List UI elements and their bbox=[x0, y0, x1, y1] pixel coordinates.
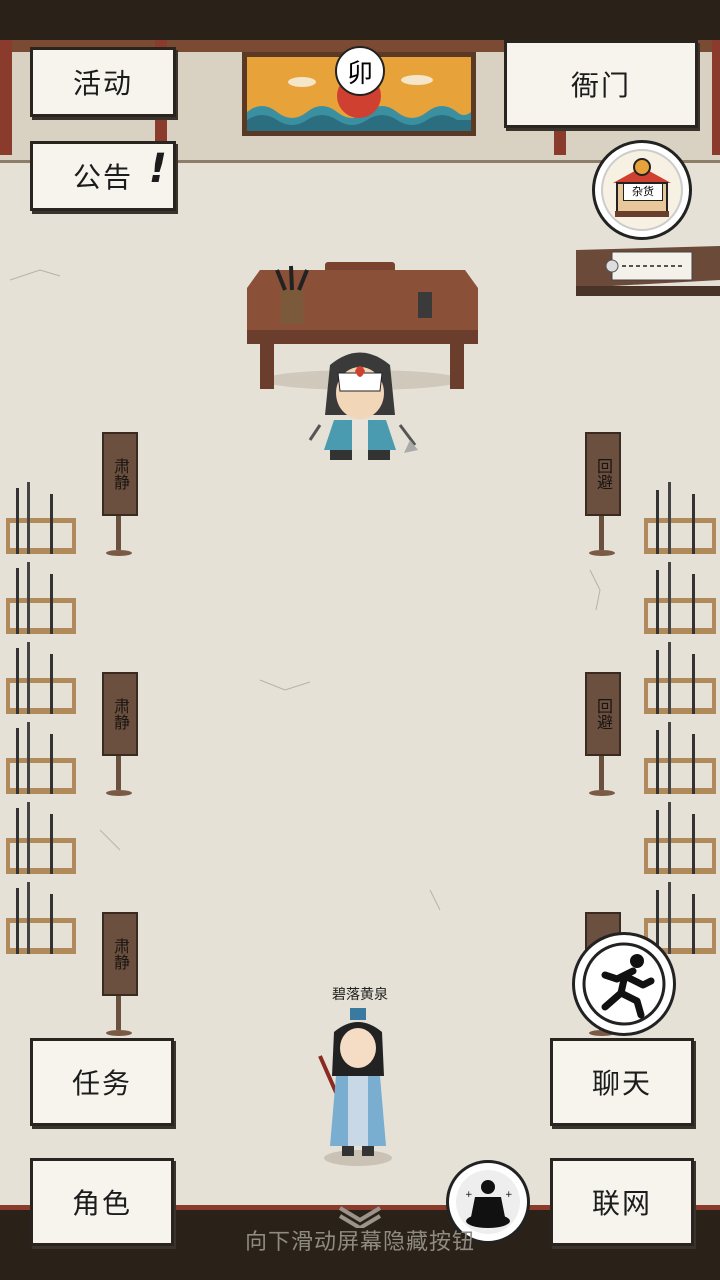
task-button[interactable]: 任务 bbox=[30, 1038, 174, 1126]
run-icon bbox=[582, 942, 666, 1026]
yamen-button[interactable]: 衙门 bbox=[504, 40, 698, 128]
svg-text:+: + bbox=[505, 1190, 513, 1200]
shop-button[interactable]: 杂货 bbox=[592, 140, 692, 240]
pillar bbox=[712, 40, 720, 155]
shop-sign: 杂货 bbox=[623, 183, 663, 201]
pillar bbox=[0, 40, 12, 155]
top-bar bbox=[0, 0, 720, 40]
game-scene[interactable]: 卯 杂货 肃静 肃静 肃静 回避 回避 碧落黄泉 活动 公告 ! 衙门 任务 聊… bbox=[0, 0, 720, 1280]
svg-text:+: + bbox=[465, 1190, 473, 1200]
chat-button[interactable]: 聊天 bbox=[550, 1038, 694, 1126]
alert-icon: ! bbox=[148, 146, 169, 192]
seal-badge: 卯 bbox=[335, 46, 385, 96]
hide-buttons-hint: 向下滑动屏幕隐藏按钮 bbox=[244, 1230, 475, 1255]
player-character[interactable] bbox=[312, 1006, 404, 1168]
activity-button[interactable]: 活动 bbox=[30, 47, 176, 117]
notice-button[interactable]: 公告 ! bbox=[30, 141, 176, 211]
player-name: 碧落黄泉 bbox=[332, 987, 388, 1003]
run-button[interactable] bbox=[572, 932, 676, 1036]
